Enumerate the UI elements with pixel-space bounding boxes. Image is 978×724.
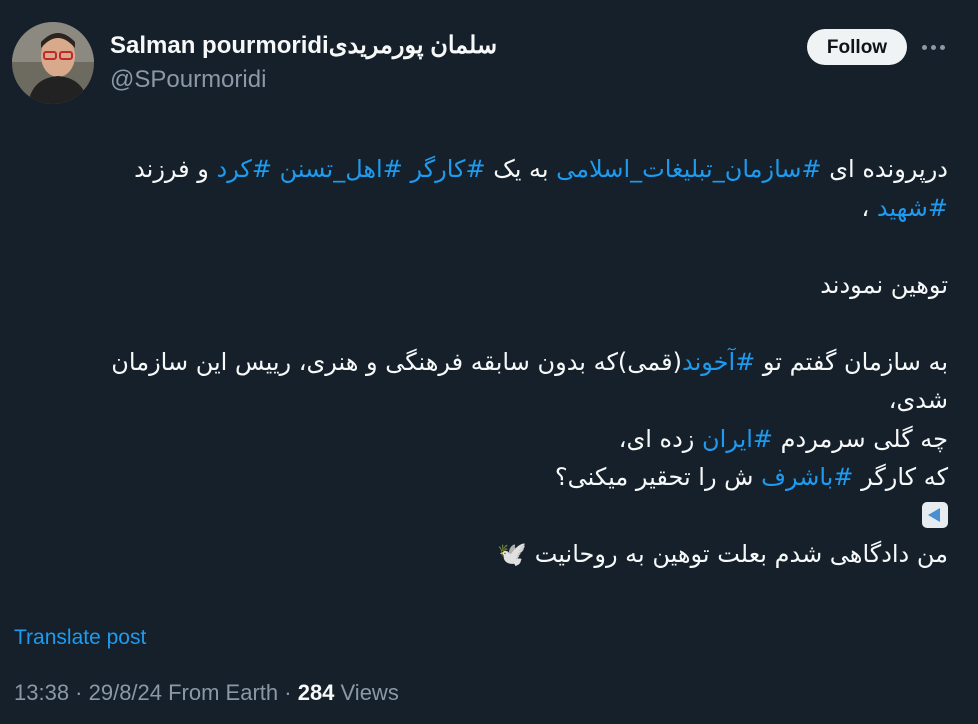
tweet-line: چه گلی سرمردم #ایران زده ای، (18, 420, 948, 459)
author-handle[interactable]: @SPourmoridi (110, 66, 266, 94)
dot (921, 44, 927, 50)
tweet-line: به سازمان گفتم تو #آخوند(قمی)که بدون ساب… (18, 343, 948, 382)
reverse-play-icon (922, 501, 948, 528)
author-display-name[interactable]: Salman pourmoridiسلمان پورمریدی (110, 31, 497, 60)
hashtag-link[interactable]: #آخوند (682, 348, 755, 376)
tweet-line: توهین نمودند (820, 270, 948, 299)
views-count: 284 (297, 680, 335, 705)
text: به سازمان گفتم تو (755, 347, 948, 376)
dot (939, 44, 945, 50)
text: ش را تحقیر میکنی؟ (554, 463, 762, 491)
tweet-meta: 13:38 · 29/8/24 From Earth · 284 Views (14, 680, 399, 706)
follow-button[interactable]: Follow (807, 29, 907, 65)
translate-post-link[interactable]: Translate post (14, 626, 146, 650)
timestamp[interactable]: 13:38 · 29/8/24 From Earth · (14, 680, 298, 705)
text: چه گلی سرمردم (773, 424, 948, 453)
text: درپرونده ای (821, 155, 948, 183)
text: که کارگر (853, 463, 948, 491)
hashtag-link[interactable]: #اهل_تسنن (280, 155, 403, 183)
tweet-line: #شهید ، (18, 189, 949, 228)
tweet-line: من دادگاهی شدم بعلت توهین به روحانیت 🕊️ (497, 540, 948, 568)
text: ، (861, 193, 877, 222)
tweet-line: درپرونده ای #سازمان_تبلیغات_اسلامی به یک… (18, 150, 948, 189)
tweet-line (18, 497, 948, 536)
hashtag-link[interactable]: #کرد (217, 155, 272, 183)
text: و فرزند (134, 155, 217, 183)
tweet-line: شدی، (888, 386, 948, 414)
hashtag-link[interactable]: #کارگر (410, 155, 485, 183)
text (272, 155, 280, 183)
text: زده ای، (618, 424, 703, 453)
hashtag-link[interactable]: #شهید (877, 194, 948, 222)
hashtag-link[interactable]: #سازمان_تبلیغات_اسلامی (556, 155, 821, 183)
tweet-text: درپرونده ای #سازمان_تبلیغات_اسلامی به یک… (18, 150, 948, 574)
tweet-line: که کارگر #باشرف ش را تحقیر میکنی؟ (18, 458, 948, 497)
dot (930, 44, 936, 50)
views-label: Views (334, 680, 399, 705)
avatar[interactable] (12, 22, 94, 104)
hashtag-link[interactable]: #باشرف (761, 463, 853, 491)
more-options-icon[interactable] (918, 34, 948, 60)
hashtag-link[interactable]: #ایران (702, 425, 773, 453)
text: به یک (485, 155, 557, 183)
text: (قمی)که بدون سابقه فرهنگی و هنری، رییس ا… (111, 347, 682, 376)
